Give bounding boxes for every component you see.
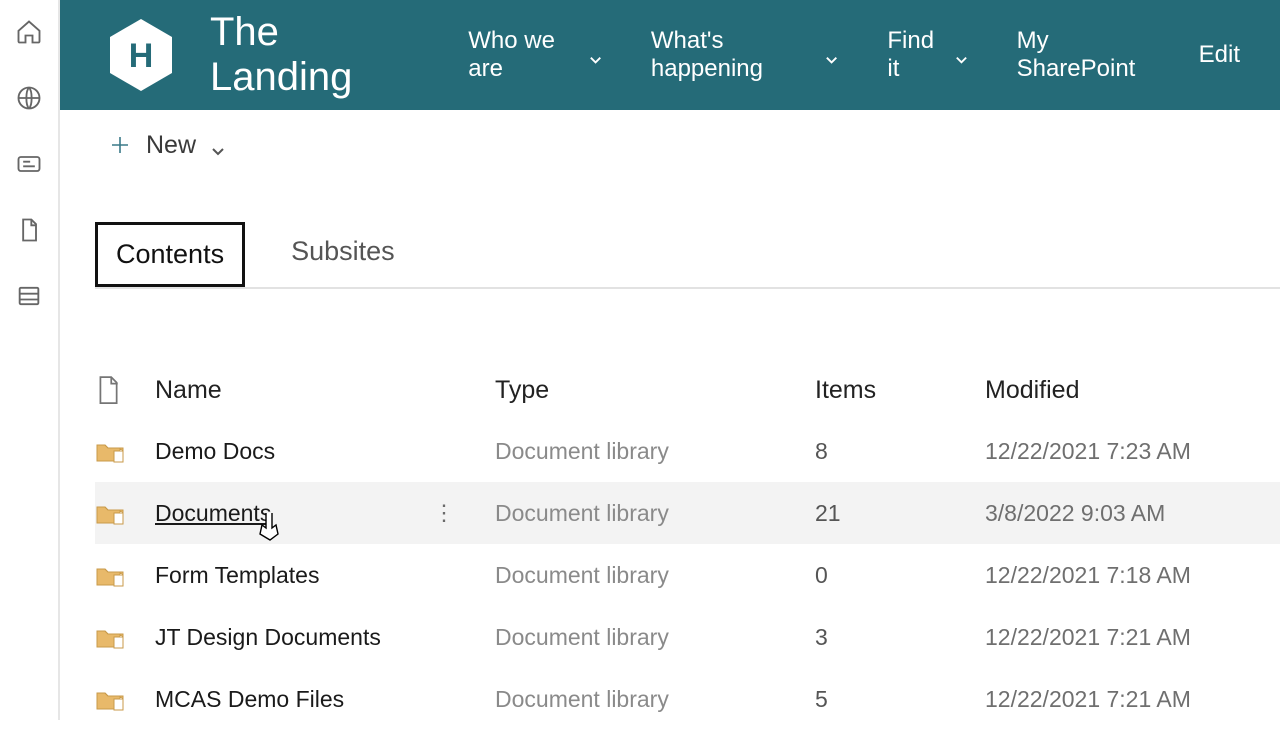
nav-whats-happening[interactable]: What's happening (651, 27, 840, 83)
chevron-down-icon (210, 137, 226, 153)
document-library-icon (95, 686, 125, 712)
row-modified: 12/22/2021 7:23 AM (985, 438, 1255, 465)
document-library-icon (95, 500, 125, 526)
site-logo[interactable]: H (108, 17, 174, 93)
more-actions-icon[interactable]: ⋮ (433, 500, 455, 526)
row-items: 21 (815, 500, 985, 527)
chevron-down-icon (588, 46, 603, 64)
row-items: 5 (815, 686, 985, 713)
nav-who-we-are[interactable]: Who we are (468, 27, 603, 83)
row-items: 8 (815, 438, 985, 465)
command-bar: New (60, 110, 1280, 180)
nav-label: My SharePoint (1017, 27, 1151, 83)
table-row[interactable]: Form Templates Document library 0 12/22/… (95, 544, 1280, 606)
chevron-down-icon (824, 46, 839, 64)
row-name[interactable]: Form Templates (155, 562, 319, 589)
table-row[interactable]: MCAS Demo Files Document library 5 12/22… (95, 668, 1280, 730)
nav-label: Edit (1199, 41, 1240, 69)
svg-text:H: H (129, 37, 154, 75)
document-library-icon (95, 624, 125, 650)
content-table: Name Type Items Modified Demo Docs Docum… (95, 360, 1280, 730)
row-type: Document library (495, 624, 815, 651)
list-icon[interactable] (15, 282, 43, 310)
nav-find-it[interactable]: Find it (887, 27, 968, 83)
row-items: 3 (815, 624, 985, 651)
file-icon[interactable] (15, 216, 43, 244)
row-type: Document library (495, 562, 815, 589)
col-name[interactable]: Name (155, 376, 495, 405)
site-title[interactable]: The Landing (210, 10, 408, 100)
app-rail (0, 0, 60, 720)
col-type[interactable]: Type (495, 376, 815, 405)
content-tabs: Contents Subsites (95, 222, 1280, 289)
plus-icon (108, 133, 132, 157)
row-modified: 12/22/2021 7:21 AM (985, 686, 1255, 713)
row-modified: 12/22/2021 7:21 AM (985, 624, 1255, 651)
row-name[interactable]: MCAS Demo Files (155, 686, 344, 713)
site-header: H The Landing Who we are What's happenin… (60, 0, 1280, 110)
row-modified: 12/22/2021 7:18 AM (985, 562, 1255, 589)
chevron-down-icon (954, 46, 969, 64)
nav-label: What's happening (651, 27, 812, 83)
row-name[interactable]: Documents (155, 500, 271, 527)
top-nav: Who we are What's happening Find it My S… (468, 27, 1240, 83)
globe-icon[interactable] (15, 84, 43, 112)
nav-my-sharepoint[interactable]: My SharePoint (1017, 27, 1151, 83)
news-icon[interactable] (15, 150, 43, 178)
row-type: Document library (495, 438, 815, 465)
tab-contents[interactable]: Contents (95, 222, 245, 287)
file-type-icon (95, 375, 121, 405)
row-items: 0 (815, 562, 985, 589)
tab-subsites[interactable]: Subsites (273, 222, 413, 287)
new-button[interactable]: New (108, 131, 226, 160)
row-name[interactable]: Demo Docs (155, 438, 275, 465)
nav-edit[interactable]: Edit (1199, 41, 1240, 69)
table-row[interactable]: Demo Docs Document library 8 12/22/2021 … (95, 420, 1280, 482)
row-modified: 3/8/2022 9:03 AM (985, 500, 1255, 527)
table-row[interactable]: JT Design Documents Document library 3 1… (95, 606, 1280, 668)
nav-label: Who we are (468, 27, 575, 83)
document-library-icon (95, 562, 125, 588)
row-name[interactable]: JT Design Documents (155, 624, 381, 651)
document-library-icon (95, 438, 125, 464)
col-items[interactable]: Items (815, 376, 985, 405)
col-modified[interactable]: Modified (985, 376, 1255, 405)
nav-label: Find it (887, 27, 941, 83)
table-row[interactable]: Documents ⋮ Document library 21 3/8/2022… (95, 482, 1280, 544)
home-icon[interactable] (15, 18, 43, 46)
table-header: Name Type Items Modified (95, 360, 1280, 420)
row-type: Document library (495, 500, 815, 527)
row-type: Document library (495, 686, 815, 713)
new-label: New (146, 131, 196, 160)
